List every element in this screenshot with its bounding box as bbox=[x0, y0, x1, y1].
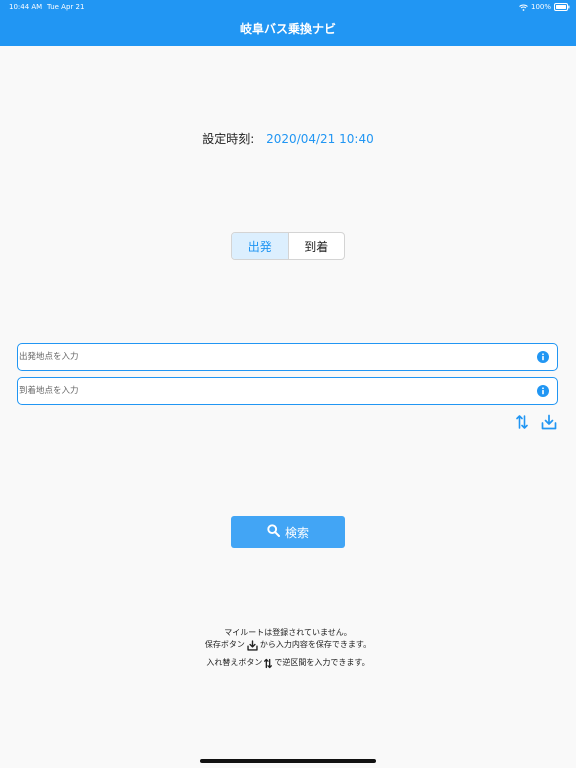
app-header: 10:44 AM Tue Apr 21 100% 岐阜バス乗換ナビ bbox=[0, 0, 576, 46]
status-time: 10:44 AM bbox=[9, 3, 43, 11]
note-save-hint: 保存ボタン から入力内容を保存できます。 bbox=[0, 639, 576, 651]
note-swap-hint: 入れ替えボタン で逆区間を入力できます。 bbox=[0, 657, 576, 669]
segment-departure[interactable]: 出発 bbox=[232, 233, 288, 259]
note-line3-before: 入れ替えボタン bbox=[206, 658, 263, 667]
battery-percent: 100% bbox=[530, 3, 551, 11]
note-line2-after: から入力内容を保存できます。 bbox=[259, 640, 372, 649]
swap-icon bbox=[264, 658, 273, 669]
wifi-icon bbox=[519, 4, 528, 11]
home-indicator[interactable] bbox=[200, 759, 376, 763]
save-icon bbox=[247, 639, 258, 651]
departure-arrival-toggle: 出発 到着 bbox=[231, 232, 345, 260]
search-button-label: 検索 bbox=[284, 525, 309, 540]
arrival-input[interactable] bbox=[18, 378, 529, 404]
my-route-notes: マイルートは登録されていません。 保存ボタン から入力内容を保存できます。 入れ… bbox=[0, 627, 576, 669]
arrival-field bbox=[17, 377, 558, 405]
page-title: 岐阜バス乗換ナビ bbox=[239, 22, 336, 36]
swap-icon[interactable] bbox=[516, 414, 528, 430]
info-icon[interactable] bbox=[537, 385, 549, 397]
note-line2-before: 保存ボタン bbox=[204, 640, 245, 649]
status-right: 100% bbox=[519, 0, 570, 14]
status-bar: 10:44 AM Tue Apr 21 100% bbox=[0, 0, 576, 14]
time-setting: 設定時刻: 2020/04/21 10:40 bbox=[0, 130, 576, 148]
departure-field bbox=[17, 343, 558, 371]
battery-icon bbox=[554, 3, 570, 11]
search-button[interactable]: 検索 bbox=[231, 516, 345, 548]
save-icon[interactable] bbox=[541, 414, 557, 430]
segment-arrival[interactable]: 到着 bbox=[287, 233, 345, 259]
time-setting-value[interactable]: 2020/04/21 10:40 bbox=[266, 132, 374, 146]
departure-input[interactable] bbox=[18, 344, 529, 370]
note-no-routes: マイルートは登録されていません。 bbox=[0, 627, 576, 639]
note-line3-after: で逆区間を入力できます。 bbox=[274, 658, 370, 667]
note-line1-text: マイルートは登録されていません。 bbox=[224, 628, 352, 637]
search-icon bbox=[267, 524, 280, 540]
status-date: Tue Apr 21 bbox=[47, 3, 85, 11]
info-icon[interactable] bbox=[537, 351, 549, 363]
time-setting-label: 設定時刻: bbox=[202, 132, 255, 146]
